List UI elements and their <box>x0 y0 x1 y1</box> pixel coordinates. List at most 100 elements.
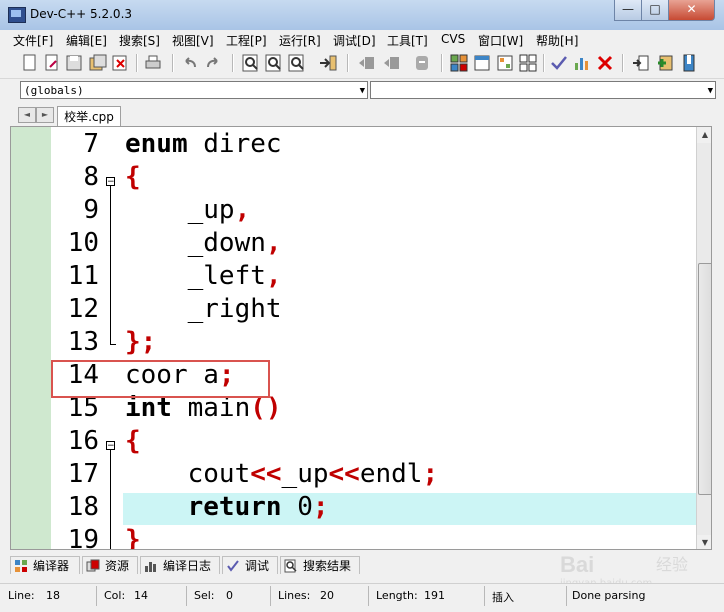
scroll-thumb[interactable] <box>698 263 711 495</box>
goto-line-icon[interactable] <box>318 53 338 73</box>
code-line: return 0; <box>125 492 329 522</box>
line-number: 13 <box>67 327 99 357</box>
add-icon[interactable] <box>655 53 675 73</box>
svg-text:经验: 经验 <box>656 555 688 574</box>
tab-file[interactable]: 校举.cpp <box>57 106 121 127</box>
tab-scroll-left-button[interactable]: ◄ <box>18 107 36 123</box>
save-icon[interactable] <box>64 53 84 73</box>
check-icon[interactable] <box>549 53 569 73</box>
tab-compiler[interactable]: 编译器 <box>10 556 80 574</box>
highlight-annotation <box>51 360 270 398</box>
compile-log-icon <box>145 562 156 572</box>
insert-icon[interactable] <box>631 53 651 73</box>
print-icon[interactable] <box>143 53 163 73</box>
status-message: Done parsing <box>572 589 646 602</box>
menu-view[interactable]: 视图[V] <box>172 32 214 49</box>
toolbar <box>0 50 724 79</box>
line-number: 17 <box>67 459 99 489</box>
search-results-icon <box>284 559 297 573</box>
find-next-icon[interactable] <box>264 53 284 73</box>
bookmark-icon[interactable] <box>679 53 699 73</box>
save-all-icon[interactable] <box>88 53 108 73</box>
tab-scroll-right-button[interactable]: ► <box>36 107 54 123</box>
menu-tools[interactable]: 工具[T] <box>387 32 428 49</box>
new-file-icon[interactable] <box>20 53 40 73</box>
status-line: 18 <box>46 589 60 602</box>
code-line: }; <box>125 327 157 357</box>
tab-search-results[interactable]: 搜索结果 <box>280 556 360 574</box>
scope-combo[interactable]: (globals) ▼ <box>20 81 368 99</box>
menu-edit[interactable]: 编辑[E] <box>66 32 107 49</box>
menu-bar: 文件[F] 编辑[E] 搜索[S] 视图[V] 工程[P] 运行[R] 调试[D… <box>0 30 724 50</box>
code-line: _down, <box>125 228 282 258</box>
status-sel-label: Sel: <box>194 589 215 602</box>
menu-file[interactable]: 文件[F] <box>13 32 53 49</box>
vertical-scrollbar[interactable]: ▲ ▼ <box>696 127 711 549</box>
scope-bar: (globals) ▼ ▼ <box>0 79 724 103</box>
svg-text:Bai: Bai <box>560 552 594 577</box>
replace-icon[interactable] <box>287 53 307 73</box>
line-number: 18 <box>67 492 99 522</box>
line-number: 7 <box>83 129 99 159</box>
tab-resources[interactable]: 资源 <box>82 556 138 574</box>
fold-toggle[interactable]: − <box>106 441 115 451</box>
member-combo[interactable]: ▼ <box>370 81 716 99</box>
window-title: Dev-C++ 5.2.0.3 <box>30 7 133 21</box>
line-number: 10 <box>67 228 99 258</box>
indent-icon[interactable] <box>357 53 377 73</box>
menu-window[interactable]: 窗口[W] <box>478 32 523 49</box>
status-lines: 20 <box>320 589 334 602</box>
status-lines-label: Lines: <box>278 589 311 602</box>
menu-run[interactable]: 运行[R] <box>279 32 321 49</box>
project-pane[interactable] <box>11 127 51 549</box>
toggle-comment-icon[interactable] <box>412 53 432 73</box>
fold-line <box>110 450 111 549</box>
line-number: 11 <box>67 261 99 291</box>
menu-search[interactable]: 搜索[S] <box>119 32 160 49</box>
code-line: enum direc <box>125 129 282 159</box>
menu-help[interactable]: 帮助[H] <box>536 32 578 49</box>
find-icon[interactable] <box>241 53 261 73</box>
tab-label: 搜索结果 <box>303 559 352 573</box>
menu-project[interactable]: 工程[P] <box>226 32 267 49</box>
menu-cvs[interactable]: CVS <box>441 32 465 46</box>
line-number: 16 <box>67 426 99 456</box>
tab-label: 资源 <box>105 559 130 573</box>
tab-debug[interactable]: 调试 <box>222 556 278 574</box>
code-line: _right <box>125 294 282 324</box>
menu-debug[interactable]: 调试[D] <box>333 32 376 49</box>
chevron-down-icon: ▼ <box>359 86 365 96</box>
chart-icon[interactable] <box>572 53 592 73</box>
line-number: 8 <box>83 162 99 192</box>
status-bar: Line: 18 Col: 14 Sel: 0 Lines: 20 Length… <box>0 583 724 612</box>
code-line: cout<<_up<<endl; <box>125 459 439 489</box>
compile-icon[interactable] <box>518 53 538 73</box>
fold-toggle[interactable]: − <box>106 177 115 187</box>
open-file-icon[interactable] <box>42 53 62 73</box>
unindent-icon[interactable] <box>382 53 402 73</box>
resources-icon <box>86 559 100 572</box>
class-browser-icon[interactable] <box>449 53 469 73</box>
project-options-icon[interactable] <box>495 53 515 73</box>
new-project-icon[interactable] <box>472 53 492 73</box>
code-editor[interactable]: 7 8 9 10 11 12 13 14 15 16 17 18 19 − − … <box>10 126 712 550</box>
status-sel: 0 <box>226 589 233 602</box>
app-icon <box>8 7 26 23</box>
scroll-up-icon[interactable]: ▲ <box>697 127 711 143</box>
close-button[interactable]: ✕ <box>668 0 715 21</box>
maximize-button[interactable]: □ <box>641 0 669 21</box>
redo-icon[interactable] <box>203 53 223 73</box>
delete-icon[interactable] <box>595 53 615 73</box>
fold-line <box>110 186 111 344</box>
status-mode: 插入 <box>492 591 514 604</box>
tab-compile-log[interactable]: 编译日志 <box>140 556 220 574</box>
minimize-button[interactable]: — <box>614 0 642 21</box>
undo-icon[interactable] <box>180 53 200 73</box>
line-number: 19 <box>67 525 99 550</box>
close-file-icon[interactable] <box>110 53 130 73</box>
code-line: { <box>125 162 141 192</box>
line-number: 12 <box>67 294 99 324</box>
chevron-down-icon: ▼ <box>707 86 713 96</box>
status-line-label: Line: <box>8 589 35 602</box>
tab-label: 编译日志 <box>163 559 212 573</box>
